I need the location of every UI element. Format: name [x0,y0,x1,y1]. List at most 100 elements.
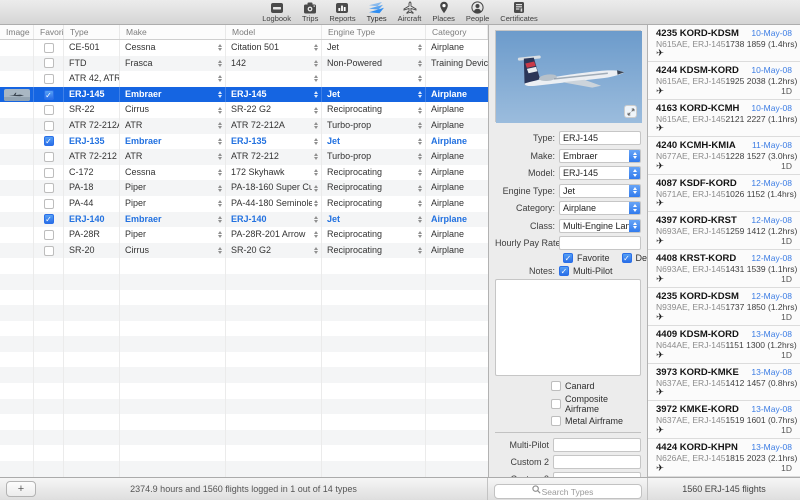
favorite-checkbox[interactable]: ✓ [44,90,54,100]
model-stepper[interactable] [312,75,319,82]
flight-entry[interactable]: 4240 KCMH-KMIA11-May-08N677AE, ERJ-14512… [648,137,800,175]
model-stepper[interactable] [312,185,319,192]
multi-pilot-checkbox[interactable]: ✓ [559,266,569,276]
canard-checkbox[interactable] [551,381,561,391]
notes-textarea[interactable] [495,279,641,376]
combo-dropdown-button[interactable] [629,201,641,215]
favorite-checkbox[interactable] [44,121,54,131]
custom-field-input[interactable] [553,455,641,469]
toolbar-item-certificates[interactable]: Certificates [500,1,538,23]
flight-entry[interactable]: 4397 KORD-KRST12-May-08N693AE, ERJ-14512… [648,212,800,250]
metal-airframe-checkbox[interactable] [551,416,561,426]
favorite-checkbox[interactable] [44,43,54,53]
engine-type-stepper[interactable] [416,200,423,207]
engine-type-stepper[interactable] [416,231,423,238]
flight-entry[interactable]: 4087 KSDF-KORD12-May-08N671AE, ERJ-14510… [648,175,800,212]
combo-field-category[interactable]: Airplane [559,201,641,215]
table-row[interactable]: PA-44PiperPA-44-180 SeminoleReciprocatin… [0,196,488,212]
flight-entry[interactable]: 4235 KORD-KDSM10-May-08N615AE, ERJ-14517… [648,25,800,62]
column-header-image[interactable]: Image [0,25,34,39]
flight-entry[interactable]: 4163 KORD-KCMH10-May-08N615AE, ERJ-14521… [648,100,800,137]
add-type-button[interactable]: + [6,481,36,497]
favorite-checkbox[interactable] [44,105,54,115]
text-field-type[interactable]: ERJ-145 [559,131,641,145]
make-stepper[interactable] [216,247,223,254]
table-row[interactable]: ATR 72-212AATRATR 72-212ATurbo-propAirpl… [0,118,488,134]
flight-entry[interactable]: 4244 KDSM-KORD10-May-08N615AE, ERJ-14519… [648,62,800,100]
make-stepper[interactable] [216,60,223,67]
favorite-checkbox[interactable] [44,230,54,240]
model-stepper[interactable] [312,169,319,176]
table-row[interactable]: SR-22CirrusSR-22 G2ReciprocatingAirplane [0,102,488,118]
make-stepper[interactable] [216,200,223,207]
favorite-checkbox[interactable]: ✓ [44,136,54,146]
engine-type-stepper[interactable] [416,169,423,176]
combo-field-make[interactable]: Embraer [559,149,641,163]
composite-airframe-checkbox[interactable] [551,399,561,409]
model-stepper[interactable] [312,200,319,207]
model-stepper[interactable] [312,107,319,114]
favorite-checkbox[interactable]: ✓ [44,214,54,224]
toolbar-item-people[interactable]: People [466,1,489,23]
model-stepper[interactable] [312,247,319,254]
engine-type-stepper[interactable] [416,122,423,129]
model-stepper[interactable] [312,122,319,129]
engine-type-stepper[interactable] [416,107,423,114]
make-stepper[interactable] [216,75,223,82]
engine-type-stepper[interactable] [416,247,423,254]
favorite-checkbox[interactable] [44,183,54,193]
model-stepper[interactable] [312,44,319,51]
table-row[interactable]: PA-18PiperPA-18-160 Super CubReciprocati… [0,180,488,196]
model-stepper[interactable] [312,231,319,238]
table-row[interactable]: ATR 42, ATR 72 [0,71,488,87]
table-row[interactable]: SR-20CirrusSR-20 G2ReciprocatingAirplane [0,243,488,259]
table-row[interactable]: ✓ERJ-145EmbraerERJ-145JetAirplane [0,87,488,103]
toolbar-item-aircraft[interactable]: Aircraft [398,1,422,23]
make-stepper[interactable] [216,44,223,51]
toolbar-item-trips[interactable]: Trips [302,1,318,23]
favorite-checkbox[interactable] [44,74,54,84]
make-stepper[interactable] [216,91,223,98]
column-header-category[interactable]: Category [426,25,488,39]
favorite-checkbox[interactable] [44,152,54,162]
combo-dropdown-button[interactable] [629,166,641,180]
model-stepper[interactable] [312,91,319,98]
toolbar-item-logbook[interactable]: Logbook [262,1,291,23]
toolbar-item-types[interactable]: Types [367,1,387,23]
column-header-model[interactable]: Model [226,25,322,39]
model-stepper[interactable] [312,153,319,160]
combo-dropdown-button[interactable] [629,149,641,163]
table-row[interactable]: ✓ERJ-135EmbraerERJ-135JetAirplane [0,134,488,150]
toolbar-item-places[interactable]: Places [432,1,455,23]
flight-entry[interactable]: 4424 KORD-KHPN13-May-08N626AE, ERJ-14518… [648,439,800,477]
flight-entry[interactable]: 3973 KORD-KMKE13-May-08N637AE, ERJ-14514… [648,364,800,401]
flight-entry[interactable]: 4408 KRST-KORD12-May-08N693AE, ERJ-14514… [648,250,800,288]
favorite-checkbox[interactable] [44,199,54,209]
combo-field-enginetype[interactable]: Jet [559,184,641,198]
combo-dropdown-button[interactable] [629,219,641,233]
table-row[interactable]: ATR 72-212ATRATR 72-212Turbo-propAirplan… [0,149,488,165]
make-stepper[interactable] [216,138,223,145]
model-stepper[interactable] [312,216,319,223]
model-stepper[interactable] [312,60,319,67]
flight-entry[interactable]: 4409 KDSM-KORD13-May-08N644AE, ERJ-14511… [648,326,800,364]
make-stepper[interactable] [216,216,223,223]
combo-field-class[interactable]: Multi-Engine Land [559,219,641,233]
engine-type-stepper[interactable] [416,60,423,67]
engine-type-stepper[interactable] [416,153,423,160]
model-stepper[interactable] [312,138,319,145]
toolbar-item-reports[interactable]: Reports [329,1,355,23]
table-row[interactable]: PA-28RPiperPA-28R-201 ArrowReciprocating… [0,227,488,243]
table-row[interactable]: CE-501CessnaCitation 501JetAirplane [0,40,488,56]
engine-type-stepper[interactable] [416,216,423,223]
table-row[interactable]: ✓ERJ-140EmbraerERJ-140JetAirplane [0,212,488,228]
combo-field-model[interactable]: ERJ-145 [559,166,641,180]
make-stepper[interactable] [216,169,223,176]
flight-entry[interactable]: 4235 KORD-KDSM12-May-08N939AE, ERJ-14517… [648,288,800,326]
make-stepper[interactable] [216,153,223,160]
search-types-input[interactable] [494,484,642,499]
favorite-checkbox[interactable]: ✓ [563,253,573,263]
column-header-make[interactable]: Make [120,25,226,39]
flight-entry[interactable]: 3972 KMKE-KORD13-May-08N637AE, ERJ-14515… [648,401,800,439]
engine-type-stepper[interactable] [416,75,423,82]
